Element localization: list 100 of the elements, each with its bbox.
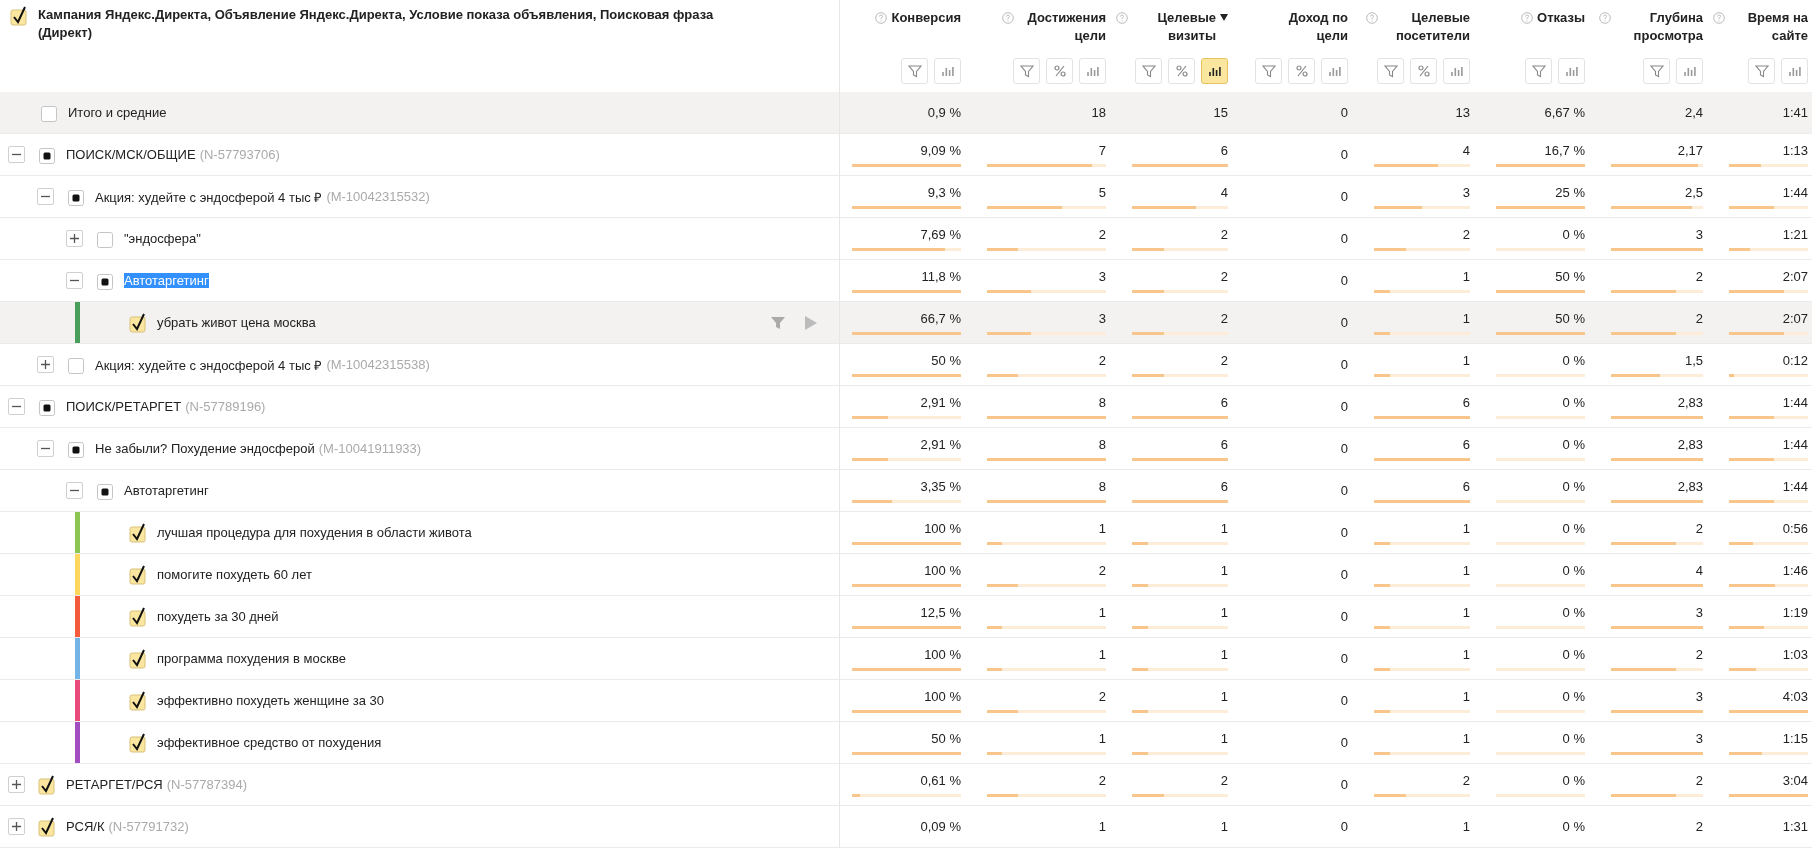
row-label[interactable]: эффективное средство от похудения	[157, 735, 382, 750]
column-title[interactable]: Целевые визиты	[1132, 9, 1216, 45]
plus-icon	[12, 780, 21, 789]
table-cell: 50 %	[931, 352, 961, 369]
percent-button[interactable]	[1410, 58, 1437, 84]
help-icon[interactable]	[1002, 12, 1014, 24]
table-cell: 1	[1098, 646, 1106, 663]
table-cell: 25 %	[1555, 184, 1585, 201]
collapse-button[interactable]	[37, 440, 54, 457]
table-cell: 4	[1220, 184, 1228, 201]
help-icon[interactable]	[1116, 12, 1128, 24]
table-cell: 2	[1695, 310, 1703, 327]
row-label[interactable]: РЕТАРГЕТ/РСЯ	[66, 777, 163, 792]
filter-button[interactable]	[1525, 58, 1552, 84]
collapse-button[interactable]	[8, 398, 25, 415]
table-cell: 2,83	[1677, 436, 1703, 453]
table-cell: 50 %	[931, 730, 961, 747]
table-cell: 1	[1462, 310, 1470, 327]
table-cell: 2	[1098, 688, 1106, 705]
row-label[interactable]: ПОИСК/МСК/ОБЩИЕ	[66, 147, 196, 162]
filter-button[interactable]	[901, 58, 928, 84]
table-cell: 1	[1098, 604, 1106, 621]
help-icon[interactable]	[875, 12, 888, 24]
checkbox[interactable]	[129, 732, 149, 753]
percent-button[interactable]	[1288, 58, 1315, 84]
collapse-button[interactable]	[8, 146, 25, 163]
row-id: (M-10042315532)	[326, 189, 430, 204]
filter-button[interactable]	[1255, 58, 1282, 84]
row-label[interactable]: Не забыли? Похудение эндосферой	[95, 441, 315, 456]
row-label[interactable]: эффективно похудеть женщине за 30	[157, 693, 384, 708]
play-icon[interactable]	[805, 315, 817, 330]
percent-button[interactable]	[1046, 58, 1073, 84]
table-cell: 2	[1220, 772, 1228, 789]
filter-button[interactable]	[1377, 58, 1404, 84]
checkbox[interactable]	[129, 690, 149, 711]
row-id: (N-57791732)	[108, 819, 189, 834]
expand-button[interactable]	[37, 356, 54, 373]
chart-button[interactable]	[1201, 58, 1228, 84]
help-icon[interactable]	[1599, 12, 1611, 24]
help-icon[interactable]	[1521, 12, 1534, 24]
checkbox[interactable]	[129, 312, 149, 333]
table-cell: 2,83	[1677, 478, 1703, 495]
filter-button[interactable]	[1013, 58, 1040, 84]
column-title[interactable]: Конверсия	[891, 9, 961, 27]
filter-button[interactable]	[1643, 58, 1670, 84]
collapse-button[interactable]	[66, 482, 83, 499]
column-title[interactable]: Глубина просмотра	[1615, 9, 1703, 45]
table-cell: 2	[1695, 818, 1703, 835]
table-cell: 1	[1098, 818, 1106, 835]
row-label[interactable]: Акция: худейте с эндосферой 4 тыс ₽	[95, 355, 323, 374]
column-title[interactable]: Достижения цели	[1018, 9, 1106, 45]
expand-button[interactable]	[8, 818, 25, 835]
table-cell: 1:03	[1782, 646, 1808, 663]
filter-button[interactable]	[1135, 58, 1162, 84]
checkbox[interactable]	[129, 648, 149, 669]
percent-icon	[1174, 64, 1189, 78]
table-cell: 2:07	[1782, 268, 1808, 285]
table-cell: 1	[1462, 520, 1470, 537]
checkbox[interactable]	[129, 522, 149, 543]
table-cell: 1:19	[1782, 604, 1808, 621]
row-label[interactable]: "эндосфера"	[124, 231, 201, 246]
help-icon[interactable]	[1713, 12, 1725, 24]
table-cell: 0,9 %	[927, 104, 961, 121]
checkbox[interactable]	[129, 606, 149, 627]
row-label[interactable]: Акция: худейте с эндосферой 4 тыс ₽	[95, 187, 323, 206]
column-title[interactable]: Целевые посетители	[1382, 9, 1470, 45]
filter-icon	[1141, 64, 1156, 78]
checkbox[interactable]	[38, 774, 58, 795]
table-cell: 2,91 %	[920, 436, 961, 453]
row-label[interactable]: убрать живот цена москва	[157, 315, 316, 330]
row-label[interactable]: помогите похудеть 60 лет	[157, 567, 312, 582]
expand-button[interactable]	[66, 230, 83, 247]
table-cell: 2	[1220, 310, 1228, 327]
expand-button[interactable]	[8, 776, 25, 793]
row-label[interactable]: Автотаргетинг	[124, 483, 209, 498]
bar-chart-icon	[1564, 64, 1579, 78]
column-title: Кампания Яндекс.Директа, Объявление Яндекс.Директа, Условие показа объявления, Поисковая фраза (Директ)	[38, 6, 715, 42]
row-label[interactable]: похудеть за 30 дней	[157, 609, 279, 624]
column-title[interactable]: Отказы	[1537, 9, 1585, 27]
filter-icon[interactable]	[771, 315, 785, 330]
row-label[interactable]: ПОИСК/РЕТАРГЕТ	[66, 399, 182, 414]
filter-button[interactable]	[1748, 58, 1775, 84]
column-title[interactable]: Доход по цели	[1260, 9, 1348, 45]
table-cell: 1	[1098, 730, 1106, 747]
filter-icon	[1019, 64, 1034, 78]
table-cell: 0	[1340, 440, 1348, 457]
row-label[interactable]: лучшая процедура для похудения в области живота	[157, 525, 472, 540]
collapse-button[interactable]	[37, 188, 54, 205]
help-icon[interactable]	[1366, 12, 1378, 24]
row-label[interactable]: программа похудения в москве	[157, 651, 346, 666]
checkbox[interactable]	[10, 6, 30, 26]
table-cell: 0	[1340, 188, 1348, 205]
percent-button[interactable]	[1168, 58, 1195, 84]
checkbox[interactable]	[38, 816, 58, 837]
bar-chart-icon	[1085, 64, 1100, 78]
column-title[interactable]: Время на сайте	[1729, 9, 1808, 45]
row-label[interactable]: РСЯ/К	[66, 819, 105, 834]
checkbox[interactable]	[129, 564, 149, 585]
collapse-button[interactable]	[66, 272, 83, 289]
table-cell: 15	[1213, 104, 1228, 121]
